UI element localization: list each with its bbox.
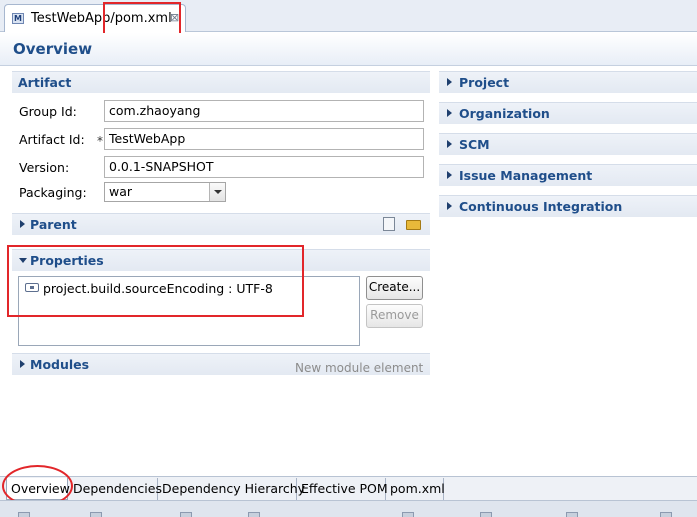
artifact-id-label: Artifact Id: — [19, 132, 85, 147]
form-header: Overview — [0, 33, 697, 66]
collapsed-arrow-icon — [447, 171, 452, 179]
artifact-id-field[interactable]: TestWebApp — [104, 128, 424, 150]
packaging-select[interactable]: war — [104, 182, 226, 202]
project-section-title: Project — [459, 75, 510, 90]
create-button[interactable]: Create... — [366, 276, 423, 300]
tab-effective-pom[interactable]: Effective POM — [297, 478, 388, 500]
required-marker: * — [97, 134, 103, 148]
continuous-integration-section-title: Continuous Integration — [459, 199, 623, 214]
scm-section-title: SCM — [459, 137, 490, 152]
artifact-section-title: Artifact — [18, 75, 72, 90]
organization-section-header[interactable]: Organization — [439, 102, 697, 124]
remove-button[interactable]: Remove — [366, 304, 423, 328]
page-tab-strip: Overview Dependencies Dependency Hierarc… — [0, 476, 697, 500]
modules-section-title: Modules — [30, 357, 90, 372]
group-id-field[interactable]: com.zhaoyang — [104, 100, 424, 122]
view-icon[interactable] — [480, 512, 492, 517]
annotation-box-properties — [7, 245, 304, 317]
collapsed-arrow-icon — [447, 202, 452, 210]
collapsed-arrow-icon — [447, 140, 452, 148]
chevron-down-icon[interactable] — [209, 183, 225, 201]
view-icon[interactable] — [402, 512, 414, 517]
view-icon[interactable] — [18, 512, 30, 517]
parent-section-header[interactable]: Parent — [12, 213, 430, 235]
tab-pom-xml[interactable]: pom.xml — [386, 478, 445, 500]
organization-section-title: Organization — [459, 106, 550, 121]
view-icon[interactable] — [660, 512, 672, 517]
group-id-label: Group Id: — [19, 104, 77, 119]
collapsed-arrow-icon — [20, 220, 25, 228]
open-folder-icon[interactable] — [406, 220, 421, 230]
version-label: Version: — [19, 160, 70, 175]
maven-file-icon: M — [12, 13, 24, 24]
view-icon[interactable] — [180, 512, 192, 517]
view-icon[interactable] — [566, 512, 578, 517]
collapsed-arrow-icon — [20, 360, 25, 368]
issue-management-section-header[interactable]: Issue Management — [439, 164, 697, 186]
parent-section-title: Parent — [30, 217, 77, 232]
scm-section-header[interactable]: SCM — [439, 133, 697, 155]
packaging-value: war — [109, 184, 133, 199]
views-toolbar-strip — [0, 500, 697, 517]
view-icon[interactable] — [90, 512, 102, 517]
new-module-hint[interactable]: New module element — [295, 361, 423, 375]
select-parent-icon[interactable] — [383, 217, 395, 231]
artifact-section-header[interactable]: Artifact — [12, 71, 430, 93]
view-icon[interactable] — [248, 512, 260, 517]
tab-dependency-hierarchy[interactable]: Dependency Hierarchy — [158, 478, 305, 500]
collapsed-arrow-icon — [447, 78, 452, 86]
page-title: Overview — [13, 40, 93, 58]
project-section-header[interactable]: Project — [439, 71, 697, 93]
tab-dependencies[interactable]: Dependencies — [69, 478, 162, 500]
issue-management-section-title: Issue Management — [459, 168, 593, 183]
collapsed-arrow-icon — [447, 109, 452, 117]
version-field[interactable]: 0.0.1-SNAPSHOT — [104, 156, 424, 178]
packaging-label: Packaging: — [19, 185, 87, 200]
continuous-integration-section-header[interactable]: Continuous Integration — [439, 195, 697, 217]
